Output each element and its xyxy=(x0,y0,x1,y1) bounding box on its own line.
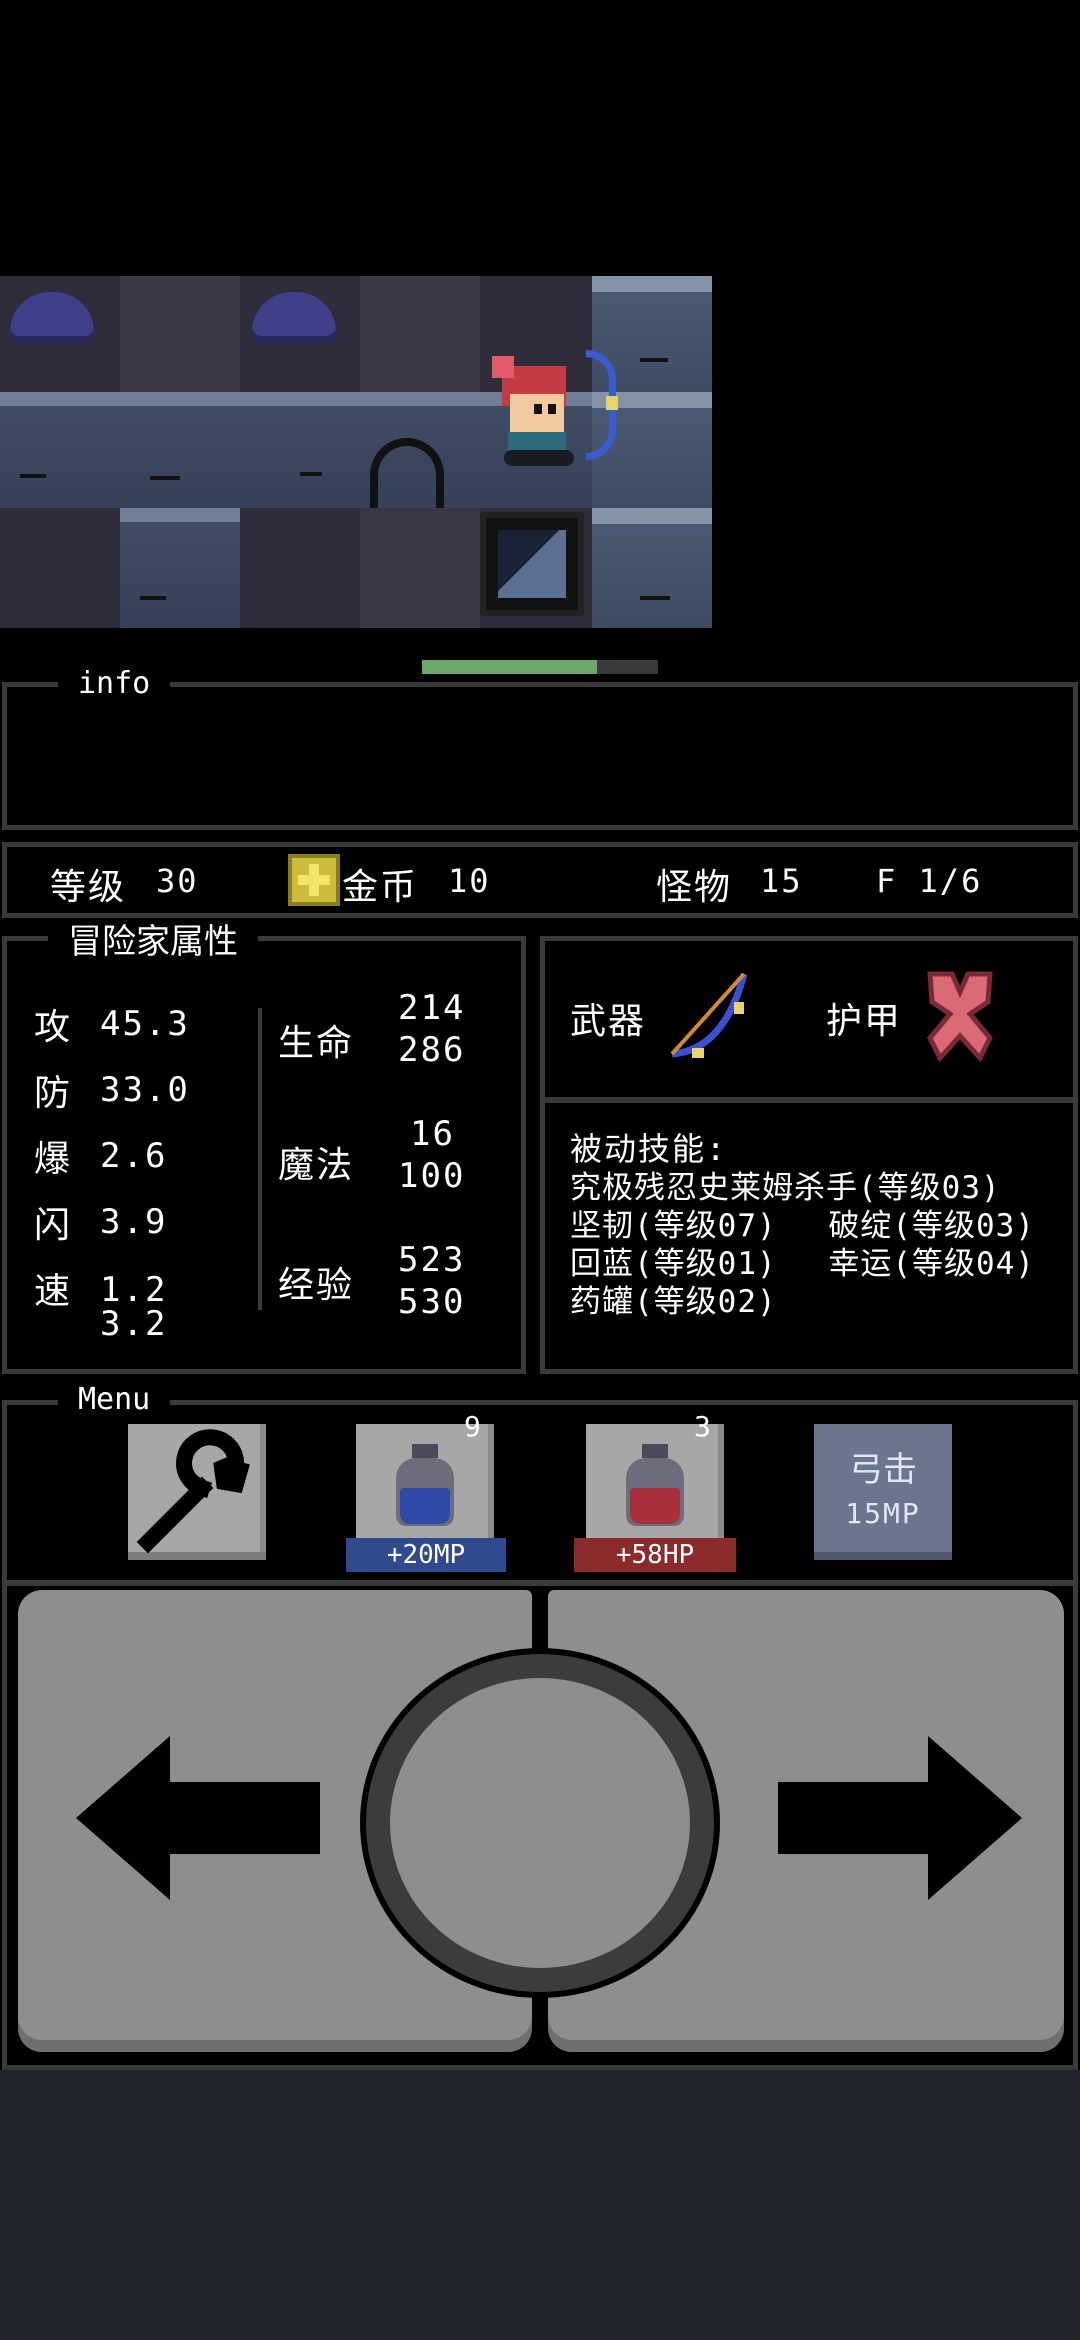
skill-name: 弓击 xyxy=(849,1450,917,1490)
hp-label: 生命 xyxy=(278,1023,355,1064)
action-button[interactable] xyxy=(360,1648,720,1998)
skill-cost: 15MP xyxy=(845,1497,921,1530)
stairs-icon xyxy=(480,512,584,616)
exp-current: 523 xyxy=(398,1240,466,1280)
hp-current: 214 xyxy=(398,988,466,1028)
floor-tile xyxy=(120,276,240,396)
hp-max: 286 xyxy=(398,1030,466,1070)
exp-label: 经验 xyxy=(278,1265,355,1306)
settings-button[interactable] xyxy=(128,1424,266,1560)
wall-tile xyxy=(0,392,120,512)
floor-tile xyxy=(0,508,120,628)
floor-indicator: F 1/6 xyxy=(876,862,983,900)
attributes-divider xyxy=(258,1008,262,1310)
info-legend: info xyxy=(58,666,171,702)
hp-potion-tag: +58HP xyxy=(574,1538,736,1572)
mp-potion-tag: +20MP xyxy=(346,1538,506,1572)
stat-value-dodge: 3.9 xyxy=(100,1202,168,1242)
stat-label-speed: 速 xyxy=(34,1271,73,1312)
stat-value-crit: 2.6 xyxy=(100,1136,168,1176)
wall-tile xyxy=(240,392,360,512)
arrow-right-icon xyxy=(778,1736,1022,1900)
arch-door-icon xyxy=(370,438,444,508)
gold-label: 金币 xyxy=(342,867,419,908)
stat-value-speed-2: 3.2 xyxy=(100,1304,168,1344)
floor-tile xyxy=(360,276,480,396)
level-value: 30 xyxy=(156,862,199,900)
mp-potion-icon xyxy=(390,1444,460,1528)
wall-tile xyxy=(592,508,712,628)
arrow-left-icon xyxy=(76,1736,320,1900)
hero-hp-fill xyxy=(422,660,597,674)
skill-line: 药罐(等级02) xyxy=(570,1284,777,1320)
mp-potion-count: 9 xyxy=(464,1410,481,1443)
wall-tile xyxy=(120,508,240,628)
dungeon-map xyxy=(0,276,712,628)
level-label: 等级 xyxy=(50,867,127,908)
attributes-legend: 冒险家属性 xyxy=(48,924,258,960)
action-circle-icon xyxy=(390,1678,690,1968)
armor-label: 护甲 xyxy=(826,1001,903,1042)
mp-max: 100 xyxy=(398,1156,466,1196)
monster-value: 15 xyxy=(760,862,803,900)
mp-current: 16 xyxy=(410,1114,455,1154)
armor-icon[interactable] xyxy=(910,962,1010,1066)
stat-value-defense: 33.0 xyxy=(100,1070,190,1110)
bow-attack-skill-button[interactable]: 弓击 15MP xyxy=(814,1424,952,1560)
gold-coin-icon xyxy=(288,854,340,906)
hero-hp-bar xyxy=(422,660,658,674)
stat-label-defense: 防 xyxy=(34,1073,73,1114)
hero-character xyxy=(486,340,636,480)
weapon-label: 武器 xyxy=(570,1001,647,1042)
bow-icon[interactable] xyxy=(654,964,754,1064)
hp-potion-icon xyxy=(620,1444,690,1528)
menu-legend: Menu xyxy=(58,1382,171,1418)
info-panel xyxy=(2,682,1078,830)
floor-tile xyxy=(240,508,360,628)
stat-label-dodge: 闪 xyxy=(34,1205,73,1246)
bottom-background xyxy=(0,2070,1080,2340)
mp-label: 魔法 xyxy=(278,1145,355,1186)
floor-tile xyxy=(360,508,480,628)
stat-label-attack: 攻 xyxy=(34,1007,73,1048)
wrench-icon xyxy=(136,1429,250,1554)
stat-label-crit: 爆 xyxy=(34,1139,73,1180)
wall-tile xyxy=(120,392,240,512)
exp-max: 530 xyxy=(398,1282,466,1322)
monster-label: 怪物 xyxy=(656,867,733,908)
hp-potion-count: 3 xyxy=(694,1410,711,1443)
stat-value-attack: 45.3 xyxy=(100,1004,190,1044)
gold-value: 10 xyxy=(448,862,491,900)
